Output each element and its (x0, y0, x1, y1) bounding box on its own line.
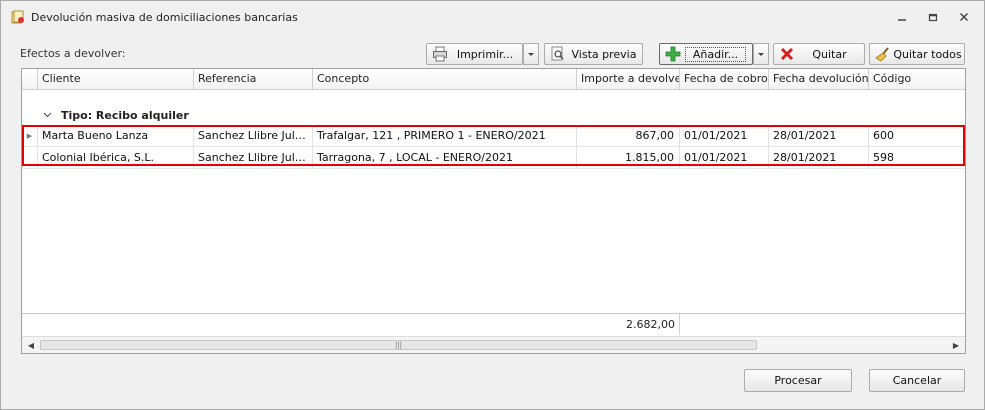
chevron-down-icon (527, 48, 535, 61)
print-button[interactable]: Imprimir... (426, 43, 523, 65)
section-label: Efectos a devolver: (20, 47, 126, 60)
group-label: Tipo: Recibo alquiler (61, 109, 189, 122)
scroll-left-icon[interactable]: ◀ (25, 339, 37, 351)
scroll-right-icon[interactable]: ▶ (950, 339, 962, 351)
grid-header: Cliente Referencia Concepto Importe a de… (22, 69, 965, 90)
cell-fecha-devolucion[interactable]: 28/01/2021 (769, 147, 869, 168)
cell-referencia[interactable]: Sanchez Llibre Julian ... (194, 147, 313, 168)
cancel-button[interactable]: Cancelar (869, 369, 965, 392)
print-dropdown-button[interactable] (523, 43, 539, 65)
remove-x-icon (779, 46, 795, 62)
preview-label: Vista previa (571, 47, 637, 61)
grid-footer: 2.682,00 (22, 313, 965, 335)
add-button[interactable]: Añadir... (659, 43, 753, 65)
remove-button[interactable]: Quitar (773, 43, 865, 65)
header-codigo[interactable]: Código (869, 69, 965, 90)
add-label: Añadir... (685, 46, 746, 62)
row-indicator-icon: ▶ (22, 125, 38, 146)
restore-button[interactable] (922, 9, 944, 25)
magnifier-page-icon (550, 46, 566, 62)
cell-fecha-cobro[interactable]: 01/01/2021 (680, 125, 769, 146)
header-concepto[interactable]: Concepto (313, 69, 577, 90)
cell-fecha-cobro[interactable]: 01/01/2021 (680, 147, 769, 168)
cell-concepto[interactable]: Tarragona, 7 , LOCAL - ENERO/2021 (313, 147, 577, 168)
cell-importe[interactable]: 867,00 (577, 125, 680, 146)
cell-cliente[interactable]: Marta Bueno Lanza (38, 125, 194, 146)
app-icon (11, 10, 25, 24)
cell-codigo[interactable]: 598 (869, 147, 965, 168)
remove-all-label: Quitar todos (893, 47, 962, 61)
header-cliente[interactable]: Cliente (38, 69, 194, 90)
returns-grid[interactable]: Cliente Referencia Concepto Importe a de… (21, 68, 966, 354)
add-plus-icon (665, 46, 681, 62)
header-fecha-cobro[interactable]: Fecha de cobro (680, 69, 769, 90)
row-indicator-empty (22, 147, 38, 168)
header-indicator (22, 69, 38, 90)
print-label: Imprimir... (456, 47, 514, 61)
horizontal-scrollbar[interactable]: ◀ ||| ▶ (22, 336, 965, 353)
group-row[interactable]: Tipo: Recibo alquiler (22, 106, 965, 125)
cell-cliente[interactable]: Colonial Ibérica, S.L. (38, 147, 194, 168)
window-title: Devolución masiva de domiciliaciones ban… (31, 11, 298, 24)
dialog-window: Devolución masiva de domiciliaciones ban… (0, 0, 985, 410)
broom-icon (875, 46, 891, 62)
cell-importe[interactable]: 1.815,00 (577, 147, 680, 168)
header-referencia[interactable]: Referencia (194, 69, 313, 90)
close-button[interactable] (953, 9, 975, 25)
chevron-down-icon[interactable] (43, 109, 52, 122)
remove-label: Quitar (812, 47, 847, 61)
minimize-button[interactable] (891, 9, 913, 25)
remove-all-button[interactable]: Quitar todos (869, 43, 965, 65)
header-fecha-devolucion[interactable]: Fecha devolución (769, 69, 869, 90)
header-importe[interactable]: Importe a devolver (577, 69, 680, 90)
table-row[interactable]: Colonial Ibérica, S.L. Sanchez Llibre Ju… (22, 147, 965, 169)
title-bar[interactable]: Devolución masiva de domiciliaciones ban… (1, 1, 984, 33)
cell-concepto[interactable]: Trafalgar, 121 , PRIMERO 1 - ENERO/2021 (313, 125, 577, 146)
cell-referencia[interactable]: Sanchez Llibre Julian ... (194, 125, 313, 146)
cell-codigo[interactable]: 600 (869, 125, 965, 146)
preview-button[interactable]: Vista previa (544, 43, 643, 65)
scroll-thumb[interactable]: ||| (40, 340, 757, 350)
cell-fecha-devolucion[interactable]: 28/01/2021 (769, 125, 869, 146)
chevron-down-icon (757, 48, 765, 61)
total-importe: 2.682,00 (578, 314, 680, 335)
table-row[interactable]: ▶ Marta Bueno Lanza Sanchez Llibre Julia… (22, 125, 965, 147)
add-dropdown-button[interactable] (753, 43, 769, 65)
process-button[interactable]: Procesar (744, 369, 852, 392)
printer-icon (432, 46, 448, 62)
